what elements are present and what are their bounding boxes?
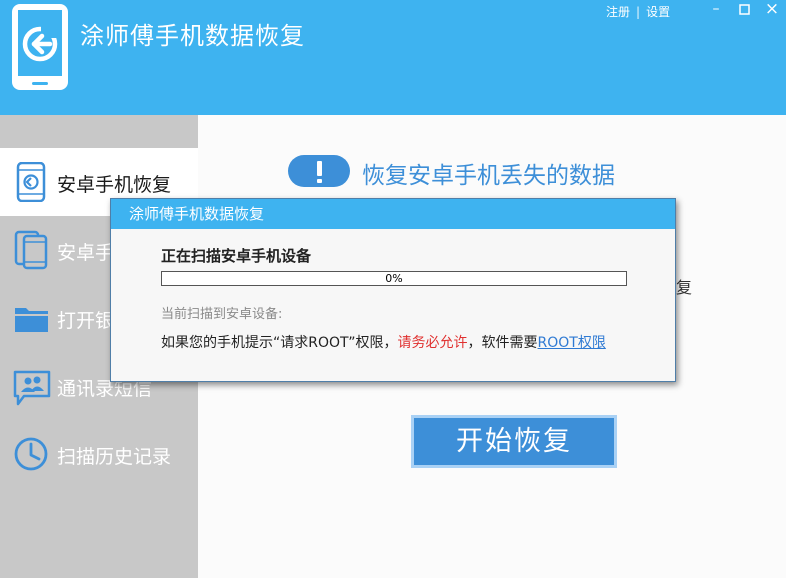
scan-progress-bar: 0% — [161, 271, 627, 286]
start-recovery-button[interactable]: 开始恢复 — [411, 415, 617, 468]
dialog-title: 涂师傅手机数据恢复 — [111, 199, 675, 229]
top-links: 注册 | 设置 — [606, 3, 670, 20]
app-header: 涂师傅手机数据恢复 注册 | 设置 – × — [0, 0, 786, 115]
progress-text: 0% — [385, 272, 403, 285]
contacts-sms-icon — [13, 370, 51, 406]
sidebar-item-label: 安卓手机恢复 — [57, 174, 172, 196]
sidebar-item-label: 扫描历史记录 — [57, 446, 172, 468]
root-notice-middle: ，软件需要 — [467, 335, 538, 351]
sidebar-item-label: 安卓手 — [57, 242, 115, 264]
minimize-button[interactable]: – — [706, 2, 726, 18]
partially-hidden-text: 复 — [676, 278, 693, 297]
maximize-button[interactable] — [734, 2, 754, 18]
settings-link[interactable]: 设置 — [646, 5, 670, 19]
root-permission-link[interactable]: ROOT权限 — [538, 335, 606, 351]
link-separator: | — [636, 5, 641, 19]
maximize-icon — [738, 4, 750, 15]
app-title: 涂师傅手机数据恢复 — [80, 22, 305, 50]
current-device-label: 当前扫描到安卓设备: — [161, 307, 283, 322]
root-notice-warning: 请务必允许 — [397, 335, 468, 351]
folder-icon — [15, 308, 48, 332]
app-logo-icon — [12, 4, 68, 90]
root-notice: 如果您的手机提示“请求ROOT”权限，请务必允许，软件需要ROOT权限 — [161, 332, 606, 352]
scan-status-title: 正在扫描安卓手机设备 — [161, 247, 312, 265]
close-button[interactable]: × — [762, 1, 782, 18]
content-heading: 恢复安卓手机丢失的数据 — [362, 163, 615, 189]
sidebar-item-label: 打开银 — [57, 310, 115, 332]
scan-dialog: 涂师傅手机数据恢复 正在扫描安卓手机设备 0% 当前扫描到安卓设备: 如果您的手… — [110, 198, 676, 382]
register-link[interactable]: 注册 — [606, 5, 630, 19]
sidebar-item-scan-history[interactable]: 扫描历史记录 — [0, 420, 198, 488]
android-phone-restore-icon — [16, 162, 46, 202]
warning-icon — [288, 155, 350, 187]
root-notice-prefix: 如果您的手机提示“请求ROOT”权限， — [161, 335, 398, 351]
phone-backup-icon — [14, 230, 48, 270]
clock-icon — [14, 437, 48, 471]
